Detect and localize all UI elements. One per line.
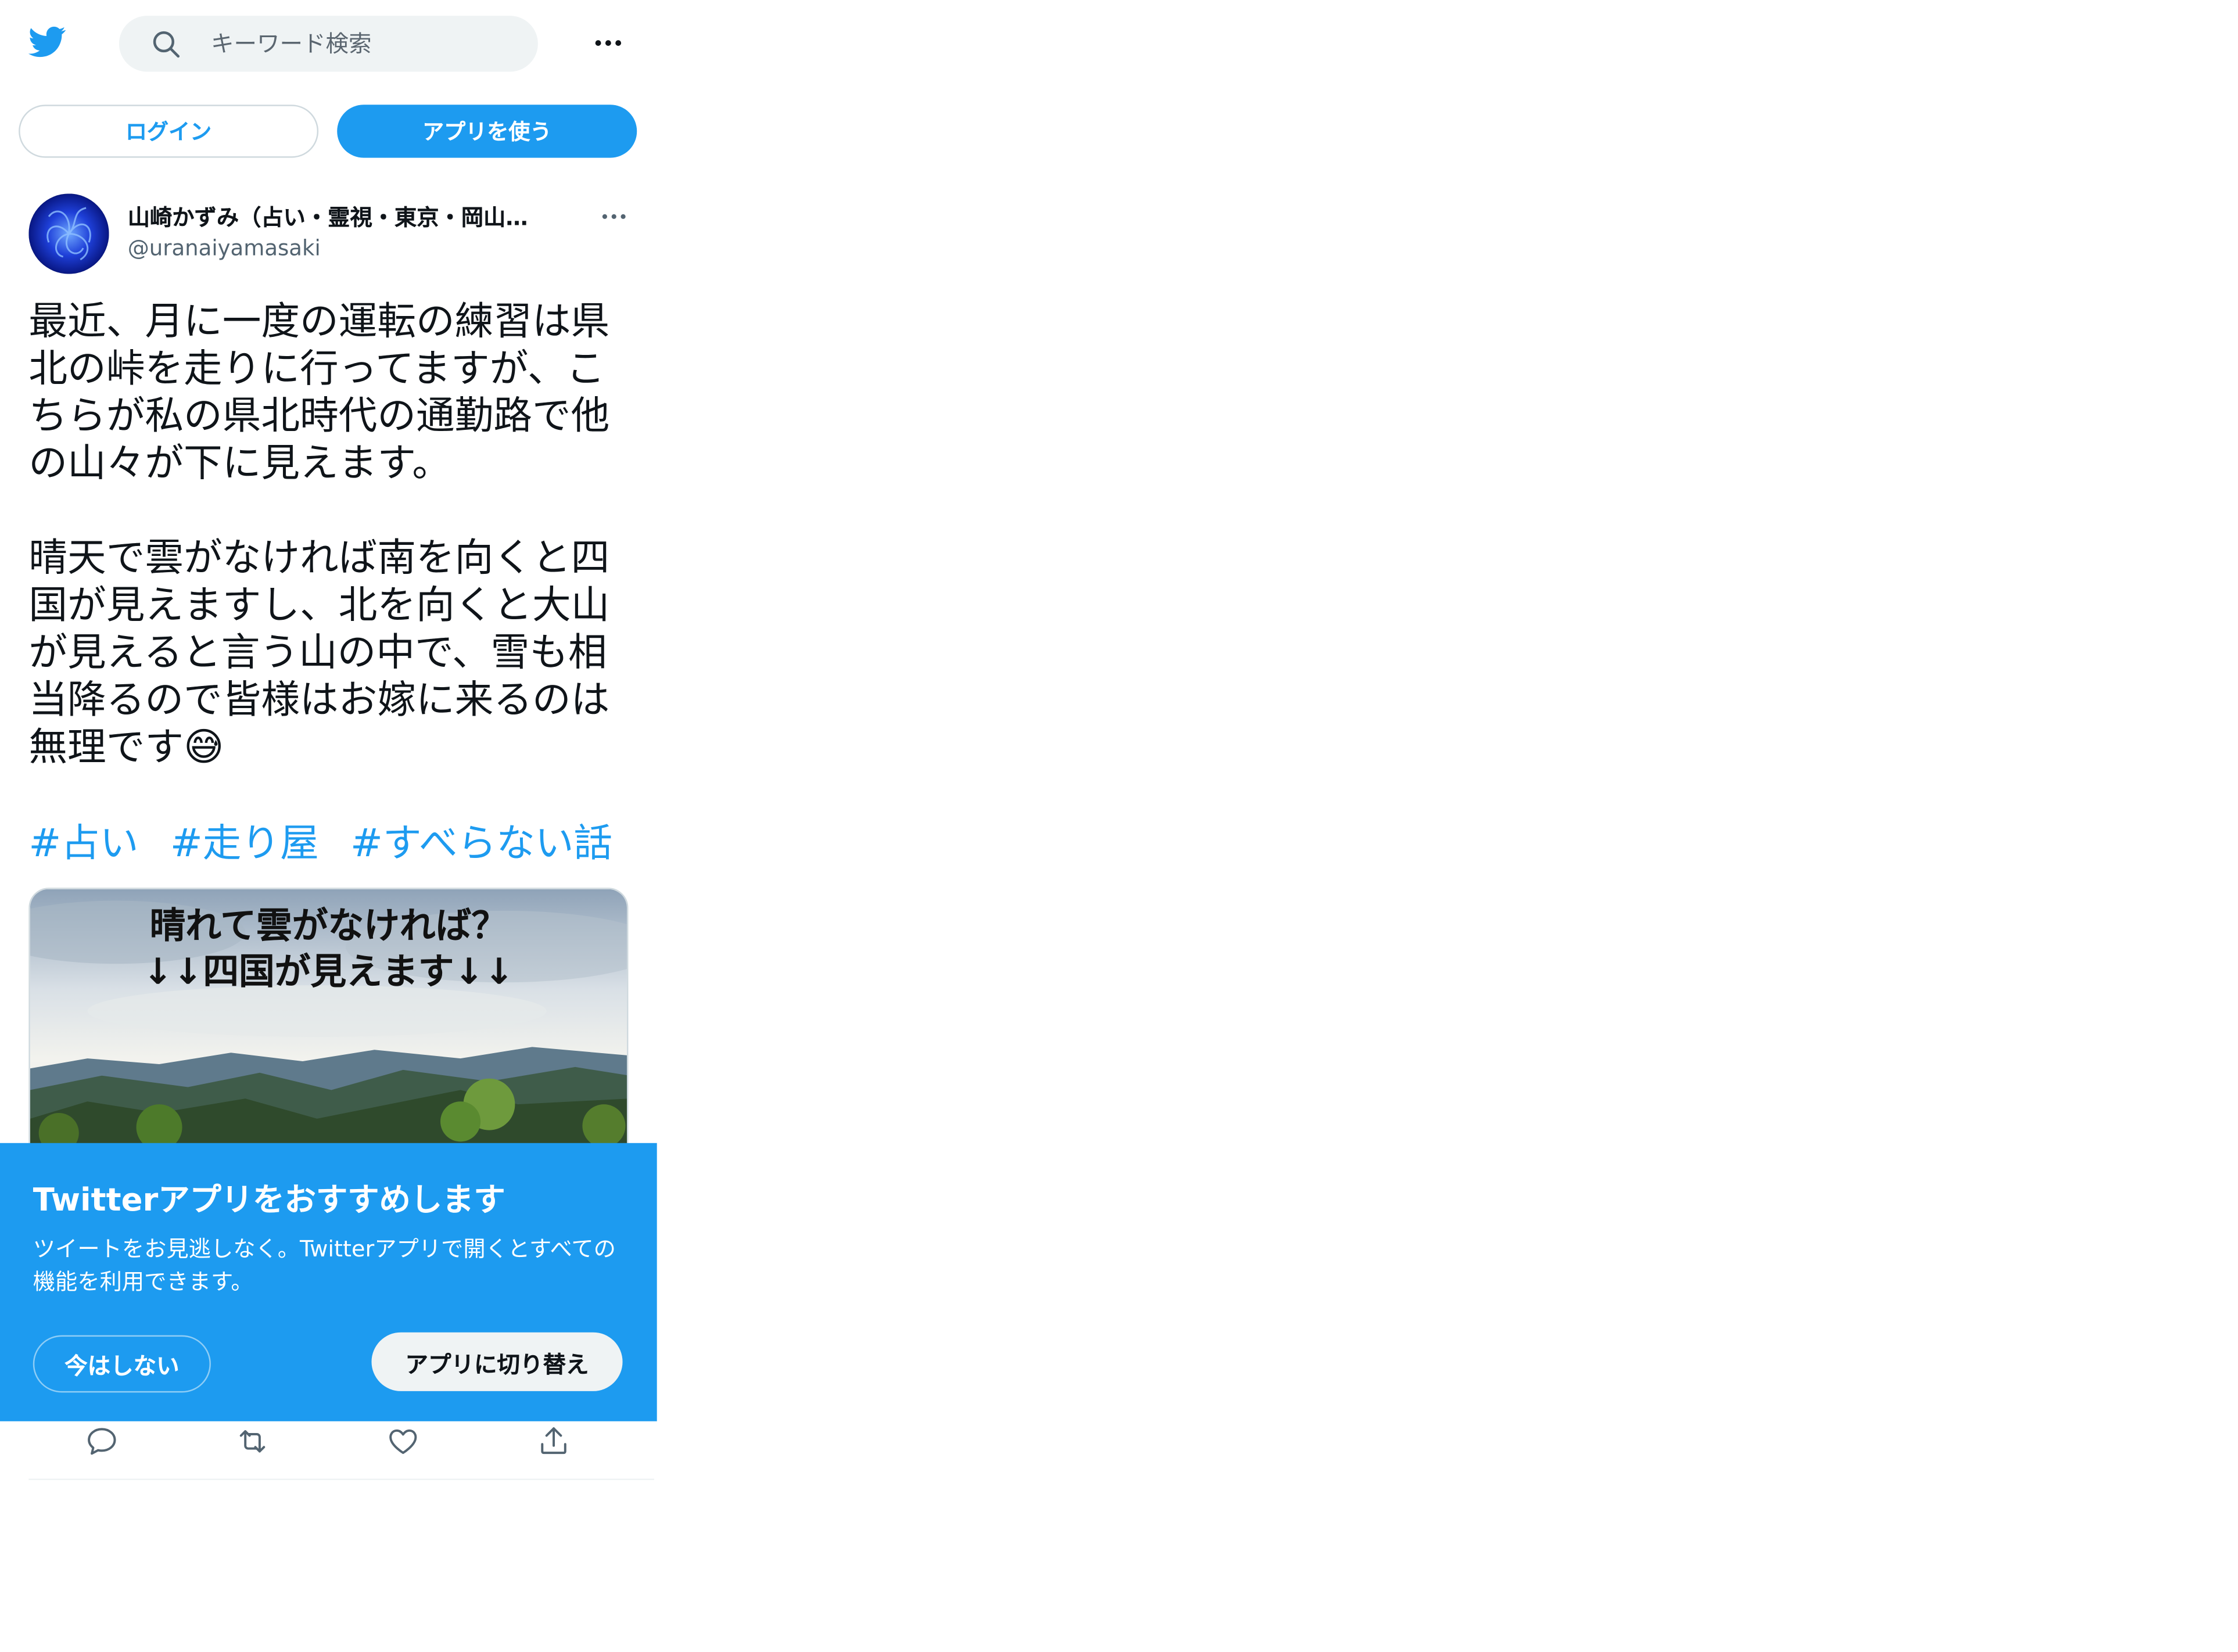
like-icon[interactable]	[386, 1424, 420, 1459]
hashtag-link[interactable]: #占い	[28, 822, 138, 867]
tweet-actions	[0, 1421, 657, 1482]
avatar[interactable]	[28, 193, 109, 274]
tweet-more-icon[interactable]	[597, 201, 631, 232]
author-name[interactable]: 山崎かずみ（占い・霊視・東京・岡山…	[128, 201, 572, 232]
login-button[interactable]: ログイン	[19, 105, 319, 158]
media-caption-line: 晴れて雲がなければ？	[149, 904, 508, 947]
tweet-media-image[interactable]: 晴れて雲がなければ？ ↓↓四国が見えます↓↓	[28, 888, 629, 1175]
hashtags: #占い #走り屋 #すべらない話	[28, 819, 645, 871]
retweet-icon[interactable]	[235, 1424, 270, 1459]
twitter-bird-icon[interactable]	[26, 23, 69, 60]
switch-to-app-button[interactable]: アプリに切り替え	[371, 1332, 623, 1391]
tweet-page: ログイン アプリを使う 山崎かず	[0, 0, 657, 1492]
author-handle[interactable]: @uranaiyamasaki	[128, 235, 321, 261]
share-icon[interactable]	[536, 1424, 571, 1459]
search-bar[interactable]	[119, 16, 538, 72]
divider	[28, 1478, 654, 1481]
hashtag-link[interactable]: #すべらない話	[350, 822, 612, 867]
hashtag-link[interactable]: #走り屋	[170, 822, 319, 867]
media-caption-line: ↓↓四国が見えます↓↓	[142, 950, 514, 993]
app-promo-banner: Twitterアプリをおすすめします ツイートをお見逃しなく。Twitterアプ…	[0, 1143, 657, 1421]
use-app-button[interactable]: アプリを使う	[337, 105, 637, 158]
more-horizontal-icon[interactable]	[591, 26, 625, 60]
reply-icon[interactable]	[85, 1424, 119, 1459]
search-icon	[150, 28, 182, 60]
banner-description: ツイートをお見逃しなく。Twitterアプリで開くとすべての機能を利用できます。	[33, 1236, 616, 1295]
search-input[interactable]	[210, 16, 512, 72]
media-caption: 晴れて雲がなければ？ ↓↓四国が見えます↓↓	[30, 903, 627, 995]
banner-title: Twitterアプリをおすすめします	[33, 1183, 505, 1219]
tweet-text: 最近、月に一度の運転の練習は県北の峠を走りに行ってますが、こちらが私の県北時代の…	[28, 300, 610, 770]
not-now-button[interactable]: 今はしない	[33, 1335, 211, 1393]
